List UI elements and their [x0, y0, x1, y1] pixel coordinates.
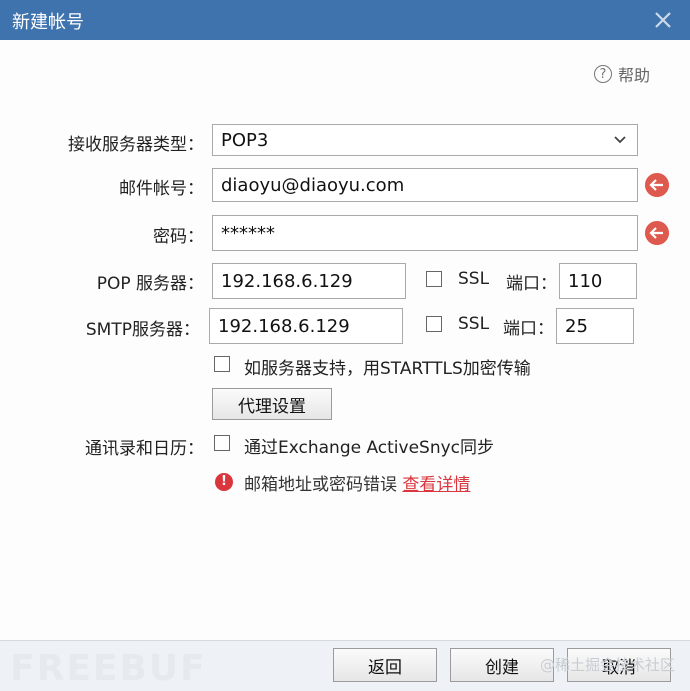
starttls-checkbox[interactable] [214, 356, 230, 372]
password-label: 密码： [153, 227, 204, 247]
title-bar: 新建帐号 [0, 0, 690, 40]
pop-server-label: POP 服务器： [96, 274, 204, 294]
server-type-label: 接收服务器类型： [68, 135, 204, 155]
pop-ssl-checkbox[interactable] [426, 271, 442, 287]
error-icon: ! [215, 473, 233, 491]
smtp-ssl-label: SSL [458, 314, 490, 334]
smtp-ssl-checkbox[interactable] [426, 316, 442, 332]
help-icon: ? [594, 65, 612, 83]
close-icon[interactable] [652, 9, 674, 31]
proxy-settings-button[interactable]: 代理设置 [212, 388, 332, 420]
pop-ssl-label: SSL [458, 269, 490, 289]
server-type-value: POP3 [221, 129, 269, 151]
warning-arrow-icon [645, 221, 669, 245]
watermark-text: @稀土掘金技术社区 [540, 656, 676, 674]
smtp-server-field[interactable]: 192.168.6.129 [209, 308, 403, 344]
pop-port-label: 端口： [506, 274, 557, 294]
password-value: ****** [221, 222, 275, 244]
chevron-down-icon [614, 136, 626, 144]
email-label: 邮件帐号： [119, 179, 204, 199]
smtp-server-value: 192.168.6.129 [218, 315, 350, 337]
pop-server-field[interactable]: 192.168.6.129 [212, 263, 406, 299]
email-value: diaoyu@diaoyu.com [221, 174, 405, 196]
email-field[interactable]: diaoyu@diaoyu.com [212, 168, 638, 202]
exchange-sync-label: 通过Exchange ActiveSnyc同步 [244, 438, 495, 458]
exchange-sync-checkbox[interactable] [214, 435, 230, 451]
password-field[interactable]: ****** [212, 215, 638, 251]
smtp-server-label: SMTP服务器： [85, 320, 200, 340]
pop-port-value: 110 [568, 270, 603, 292]
back-button[interactable]: 返回 [333, 648, 437, 682]
pop-server-value: 192.168.6.129 [221, 270, 353, 292]
starttls-label: 如服务器支持，用STARTTLS加密传输 [244, 359, 531, 379]
warning-arrow-icon [645, 173, 669, 197]
error-message: 邮箱地址或密码错误 查看详情 [244, 470, 470, 495]
window-title: 新建帐号 [12, 12, 84, 33]
error-message-text: 邮箱地址或密码错误 [244, 475, 397, 495]
contacts-label: 通讯录和日历： [85, 439, 204, 459]
server-type-select[interactable]: POP3 [212, 124, 638, 156]
watermark-logo: FREEBUF [10, 648, 207, 689]
pop-port-field[interactable]: 110 [559, 263, 637, 299]
help-label: 帮助 [618, 66, 651, 85]
smtp-port-value: 25 [565, 315, 588, 337]
help-link[interactable]: ? 帮助 [594, 62, 650, 86]
create-button[interactable]: 创建 [450, 648, 554, 682]
smtp-port-label: 端口： [503, 319, 554, 339]
smtp-port-field[interactable]: 25 [556, 308, 634, 344]
view-details-link[interactable]: 查看详情 [402, 475, 470, 495]
